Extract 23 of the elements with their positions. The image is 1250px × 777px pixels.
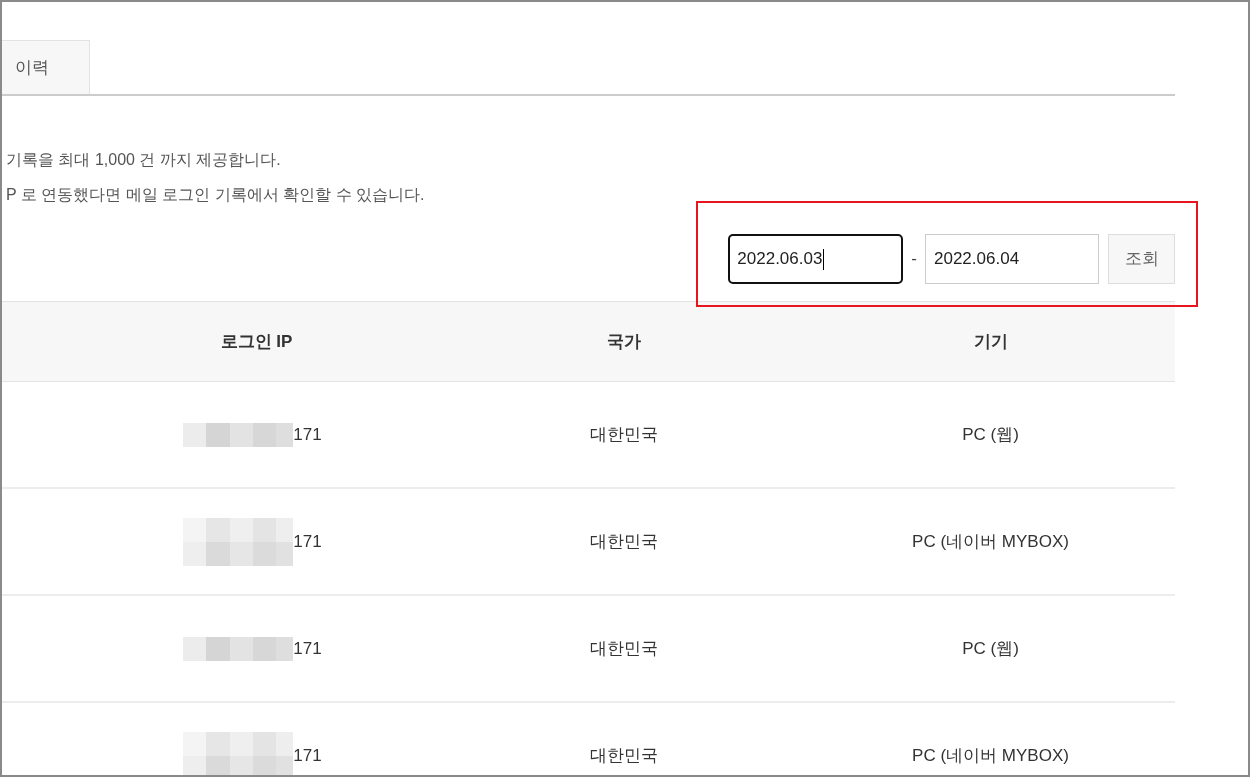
text-cursor-icon xyxy=(823,248,825,270)
table-cell-text: PC (웹) xyxy=(962,637,1019,660)
table-cell-text: PC (네이버 MYBOX) xyxy=(912,744,1069,767)
table-cell-text: 대한민국 xyxy=(589,637,658,660)
date-field[interactable]: 2022.06.03 xyxy=(728,234,904,284)
table-cell-text: PC (웹) xyxy=(962,423,1019,446)
column-header: 로그인 IP xyxy=(220,330,293,353)
tab[interactable]: 이력 xyxy=(0,40,90,94)
table-cell-text: PC (네이버 MYBOX) xyxy=(912,530,1069,553)
notice-text: 기록을 최대 1,000 건 까지 제공합니다. xyxy=(6,150,281,170)
ip-text: 171 xyxy=(293,530,322,553)
search-button[interactable]: 조회 xyxy=(1108,234,1175,284)
range-separator: - xyxy=(911,248,917,271)
notice-text: P 로 연동했다면 메일 로그인 기록에서 확인할 수 있습니다. xyxy=(6,185,425,205)
date-field[interactable]: 2022.06.04 xyxy=(925,234,1099,284)
ip-text: 171 xyxy=(293,423,322,446)
table-cell-text: 대한민국 xyxy=(589,744,658,767)
ip-text: 171 xyxy=(293,637,322,660)
column-header: 기기 xyxy=(973,330,1008,353)
table-cell-text: 대한민국 xyxy=(589,530,658,553)
column-header: 국가 xyxy=(606,330,641,353)
table-cell-text: 대한민국 xyxy=(589,423,658,446)
ip-text: 171 xyxy=(293,744,322,767)
